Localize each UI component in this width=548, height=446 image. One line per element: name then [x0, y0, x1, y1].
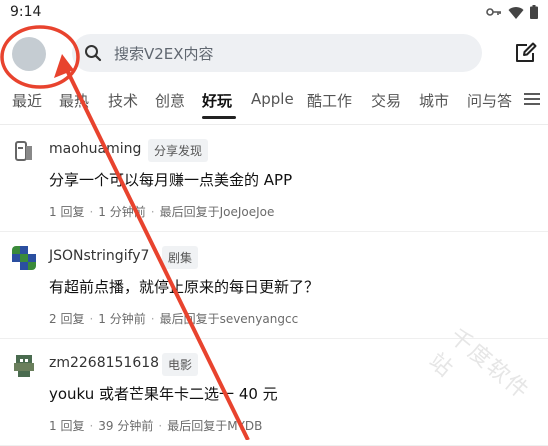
- tab-recent[interactable]: 最近: [12, 90, 42, 111]
- last-reply: 最后回复于JoeJoeJoe: [159, 205, 275, 219]
- topic-item[interactable]: JSONstringify7 剧集 有超前点播，就停止原来的每日更新了？ 2 回…: [0, 232, 548, 339]
- compose-icon[interactable]: [514, 42, 538, 64]
- topic-title[interactable]: youku 或者芒果年卡二选一 40 元: [49, 383, 278, 404]
- wifi-icon: [508, 6, 524, 19]
- status-time: 9:14: [10, 4, 42, 20]
- menu-icon[interactable]: [524, 92, 540, 106]
- top-bar: [0, 30, 548, 76]
- reply-count: 1 回复: [49, 419, 85, 433]
- tab-city[interactable]: 城市: [419, 90, 449, 111]
- tab-apple[interactable]: Apple: [251, 90, 294, 108]
- topic-meta: 2 回复 · 1 分钟前 · 最后回复于sevenyangcc: [49, 312, 299, 326]
- topic-node[interactable]: 分享发现: [148, 139, 209, 162]
- search-icon: [85, 45, 102, 62]
- tab-hot[interactable]: 最热: [59, 90, 89, 111]
- tab-fun[interactable]: 好玩: [202, 90, 232, 111]
- topic-node[interactable]: 电影: [162, 353, 199, 376]
- tab-jobs[interactable]: 酷工作: [307, 90, 352, 111]
- search-bar[interactable]: [72, 34, 482, 74]
- key-icon: [486, 8, 501, 16]
- search-input[interactable]: [112, 34, 476, 74]
- topic-author-avatar[interactable]: [12, 246, 36, 270]
- topic-author[interactable]: zm2268151618: [49, 355, 159, 371]
- last-reply: 最后回复于sevenyangcc: [159, 312, 299, 326]
- topic-author[interactable]: JSONstringify7: [49, 248, 149, 264]
- battery-icon: [530, 5, 538, 19]
- topic-meta: 1 回复 · 39 分钟前 · 最后回复于MYDB: [49, 419, 263, 433]
- topic-item[interactable]: maohuaming 分享发现 分享一个可以每月赚一点美金的 APP 1 回复 ·…: [0, 125, 548, 232]
- topic-title[interactable]: 分享一个可以每月赚一点美金的 APP: [49, 169, 292, 190]
- tab-tech[interactable]: 技术: [108, 90, 138, 111]
- topic-title[interactable]: 有超前点播，就停止原来的每日更新了？: [49, 276, 319, 297]
- last-reply: 最后回复于MYDB: [167, 419, 263, 433]
- topic-time: 39 分钟前: [98, 419, 154, 433]
- topic-meta: 1 回复 · 1 分钟前 · 最后回复于JoeJoeJoe: [49, 205, 275, 219]
- tab-creative[interactable]: 创意: [155, 90, 185, 111]
- tab-qna[interactable]: 问与答: [467, 90, 512, 111]
- topic-author-avatar[interactable]: [12, 139, 36, 163]
- topic-node[interactable]: 剧集: [162, 246, 199, 269]
- status-icons: [486, 5, 538, 19]
- status-bar: 9:14: [0, 0, 548, 26]
- topic-item[interactable]: zm2268151618 电影 youku 或者芒果年卡二选一 40 元 1 回…: [0, 339, 548, 446]
- category-tabs: 最近 最热 技术 创意 好玩 Apple 酷工作 交易 城市 问与答: [0, 84, 548, 125]
- topic-author-avatar[interactable]: [12, 353, 36, 377]
- reply-count: 1 回复: [49, 205, 85, 219]
- tab-deals[interactable]: 交易: [371, 90, 401, 111]
- user-avatar[interactable]: [12, 37, 46, 71]
- topic-author[interactable]: maohuaming: [49, 141, 141, 157]
- reply-count: 2 回复: [49, 312, 85, 326]
- active-tab-indicator: [202, 116, 236, 119]
- topic-time: 1 分钟前: [98, 312, 146, 326]
- topic-time: 1 分钟前: [98, 205, 146, 219]
